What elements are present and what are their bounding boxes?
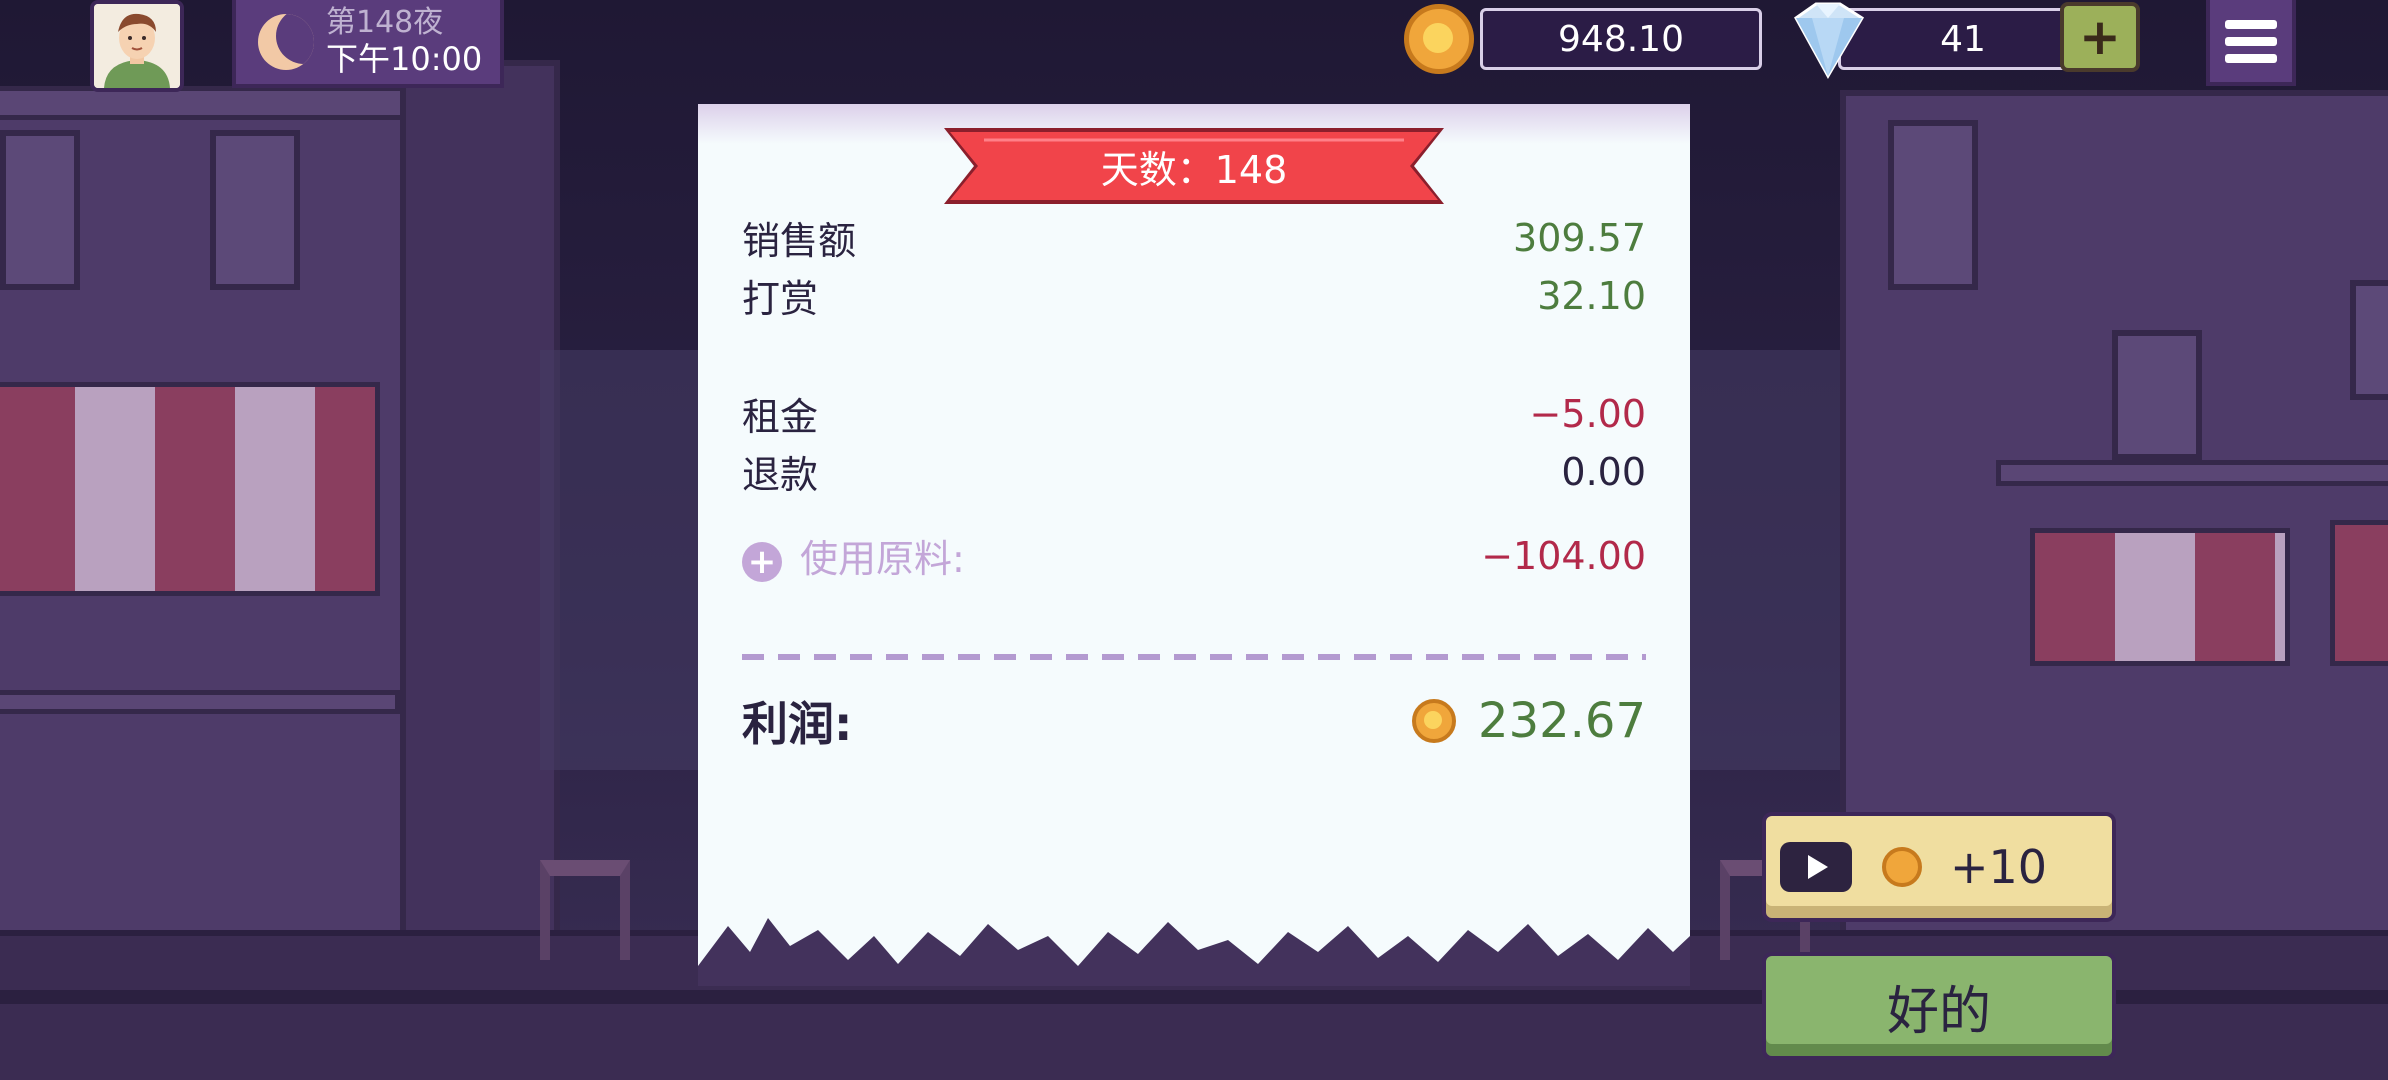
night-time: 下午10:00 [326, 39, 483, 78]
ok-button[interactable]: 好的 [1762, 952, 2116, 1060]
rent-value: −5.00 [1529, 391, 1646, 436]
torn-edge [698, 918, 1690, 986]
sales-row: 销售额 309.57 [742, 210, 1646, 265]
ingredients-value: −104.00 [1481, 533, 1646, 578]
tips-row: 打赏 32.10 [742, 268, 1646, 323]
rent-row: 租金 −5.00 [742, 386, 1646, 441]
play-icon [1780, 842, 1852, 892]
night-indicator: 第148夜 下午10:00 [232, 0, 504, 88]
menu-icon [2225, 19, 2277, 29]
coin-icon [1882, 847, 1922, 887]
coin-icon [1412, 699, 1457, 743]
rent-label: 租金 [742, 395, 819, 439]
ingredients-label: 使用原料: [800, 537, 965, 581]
moon-icon [258, 14, 314, 70]
add-gems-button[interactable]: + [2060, 2, 2140, 72]
daily-receipt: 天数：148 销售额 309.57 打赏 32.10 租金 −5.00 退款 0… [698, 104, 1690, 986]
profit-label: 利润: [742, 697, 853, 751]
sales-value: 309.57 [1513, 215, 1646, 260]
ad-reward-label: +10 [1950, 840, 2048, 894]
sales-label: 销售额 [742, 219, 857, 263]
tips-value: 32.10 [1537, 273, 1646, 318]
expand-plus-icon[interactable]: + [742, 541, 782, 582]
ingredients-row[interactable]: + 使用原料: −104.00 [742, 528, 1646, 583]
coin-amount: 948.10 [1480, 8, 1762, 70]
coin-icon [1404, 4, 1474, 74]
profit-row: 利润: 232.67 [742, 688, 1646, 754]
refund-label: 退款 [742, 453, 819, 497]
player-avatar[interactable] [90, 0, 184, 92]
menu-button[interactable] [2206, 0, 2296, 86]
gem-amount: 41 [1838, 8, 2088, 70]
refund-value: 0.00 [1561, 449, 1646, 494]
profit-value: 232.67 [1478, 693, 1646, 749]
tips-label: 打赏 [742, 277, 819, 321]
night-number: 第148夜 [326, 5, 444, 41]
gem-icon [1794, 2, 1865, 80]
watch-ad-button[interactable]: +10 [1762, 812, 2116, 922]
gem-balance: 41 + [1782, 0, 2152, 86]
day-banner-text: 天数：148 [1100, 147, 1288, 192]
coin-balance: 948.10 [1404, 0, 1762, 86]
refund-row: 退款 0.00 [742, 444, 1646, 499]
divider [742, 654, 1646, 660]
